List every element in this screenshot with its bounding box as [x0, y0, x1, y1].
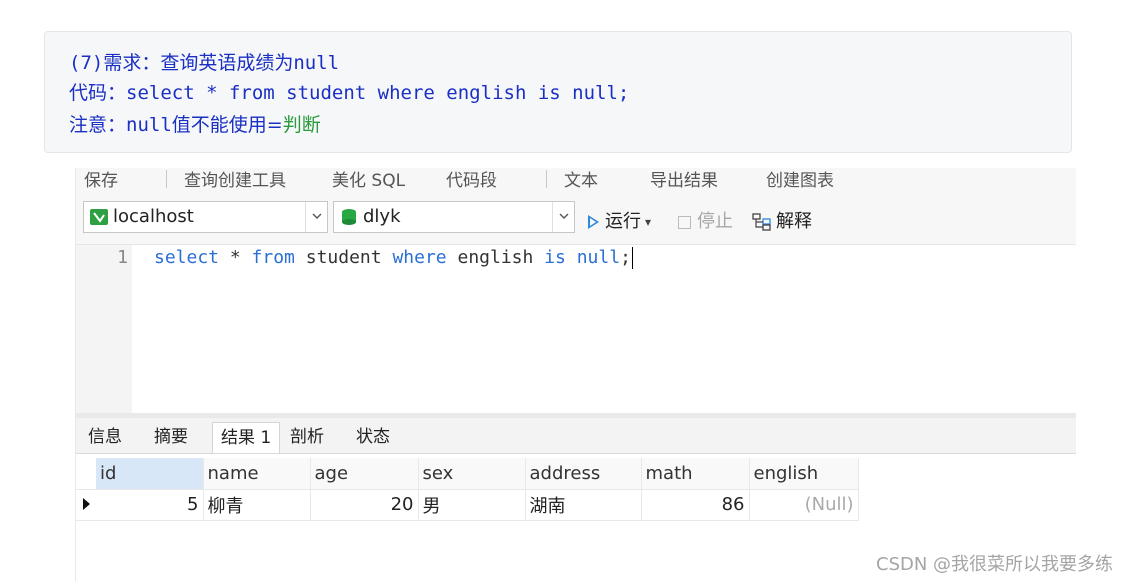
requirement-text: 需求：查询英语成绩为 [103, 52, 294, 74]
tab-summary[interactable]: 摘要 [146, 422, 196, 453]
current-row-icon [76, 489, 96, 521]
sql-keyword: is [544, 247, 566, 268]
run-button[interactable]: 运行 ▾ [588, 207, 651, 233]
cell-math[interactable]: 86 [641, 489, 750, 521]
sql-keyword: null [576, 247, 621, 268]
cell-id[interactable]: 5 [96, 489, 204, 521]
column-header-name[interactable]: name [203, 458, 311, 490]
line-number: 1 [117, 247, 128, 268]
column-header-address[interactable]: address [525, 458, 642, 490]
notice-equals: = [266, 114, 283, 136]
requirement-code: null [293, 52, 340, 74]
connection-select[interactable]: localhost [83, 201, 328, 233]
stop-icon [678, 215, 691, 229]
notice-green: 判断 [282, 114, 321, 136]
connection-value: localhost [113, 206, 194, 227]
connection-icon [90, 209, 108, 225]
sql-token: english [446, 247, 545, 268]
column-header-sex[interactable]: sex [418, 458, 526, 490]
table-row[interactable]: 5 柳青 20 男 湖南 86 (Null) [76, 489, 859, 521]
create-chart-button[interactable]: 创建图表 [766, 168, 834, 191]
sql-token: ; [620, 247, 631, 268]
tab-status[interactable]: 状态 [348, 422, 398, 453]
notice-line: 注意：null值不能使用=判断 [69, 112, 321, 138]
sql-token: * [219, 247, 252, 268]
toolbar-divider [546, 170, 547, 188]
column-header-english[interactable]: english [749, 458, 859, 490]
sql-keyword: from [251, 247, 295, 268]
chevron-down-icon[interactable] [305, 202, 327, 232]
play-icon [588, 215, 599, 229]
cell-address[interactable]: 湖南 [525, 489, 642, 521]
column-header-math[interactable]: math [641, 458, 750, 490]
tab-info[interactable]: 信息 [80, 422, 130, 453]
note-block: (7)需求：查询英语成绩为null 代码：select * from stude… [44, 31, 1072, 153]
result-table: id name age sex address math english 5 柳… [76, 458, 859, 521]
notice-text: 值不能使用 [171, 114, 267, 136]
row-marker-header [76, 458, 96, 490]
sql-code-line[interactable]: select * from student where english is n… [154, 247, 633, 269]
text-button[interactable]: 文本 [564, 168, 598, 191]
requirement-number: (7) [69, 52, 104, 74]
sql-editor[interactable]: 1 select * from student where english is… [76, 245, 1076, 413]
stop-button[interactable]: 停止 [678, 207, 733, 233]
code-label: 代码： [69, 82, 127, 104]
watermark: CSDN @我很菜所以我要多练 [876, 554, 1114, 575]
code-snippet-button[interactable]: 代码段 [446, 168, 497, 191]
database-select[interactable]: dlyk [333, 201, 575, 233]
header-row: id name age sex address math english [76, 458, 859, 490]
explain-icon [752, 213, 771, 231]
export-results-button[interactable]: 导出结果 [650, 168, 718, 191]
tab-result-1[interactable]: 结果 1 [212, 422, 281, 453]
chevron-down-icon[interactable] [552, 202, 574, 232]
explain-label: 解释 [776, 211, 812, 232]
column-header-id[interactable]: id [96, 458, 204, 490]
cell-name[interactable]: 柳青 [203, 489, 311, 521]
save-button[interactable]: 保存 [84, 168, 118, 191]
text-cursor [631, 247, 633, 269]
tab-profile[interactable]: 剖析 [282, 422, 332, 453]
database-icon [342, 209, 356, 225]
cell-sex[interactable]: 男 [418, 489, 526, 521]
toolbar-divider [166, 170, 167, 188]
explain-button[interactable]: 解释 [752, 207, 812, 233]
run-label: 运行 [605, 211, 641, 232]
code-sql: select * from student where english is n… [126, 82, 630, 104]
sql-keyword: select [154, 247, 220, 268]
toolbar: 保存 查询创建工具 美化 SQL 代码段 文本 导出结果 创建图表 [76, 168, 1076, 193]
notice-code: null [126, 114, 172, 136]
notice-label: 注意： [69, 114, 127, 136]
query-builder-button[interactable]: 查询创建工具 [184, 168, 286, 191]
connection-bar: localhost dlyk 运行 ▾ 停止 解释 [76, 192, 1076, 245]
line-gutter: 1 [76, 245, 132, 413]
column-header-age[interactable]: age [310, 458, 419, 490]
stop-label: 停止 [697, 211, 733, 232]
sql-token: student [294, 247, 393, 268]
query-window: 保存 查询创建工具 美化 SQL 代码段 文本 导出结果 创建图表 localh… [75, 168, 1076, 581]
cell-english[interactable]: (Null) [749, 489, 859, 521]
requirement-line: (7)需求：查询英语成绩为null [69, 50, 339, 76]
run-dropdown-icon[interactable]: ▾ [645, 215, 651, 229]
code-line: 代码：select * from student where english i… [69, 80, 629, 106]
database-value: dlyk [363, 206, 401, 227]
result-tabs: 信息 摘要 结果 1 剖析 状态 [76, 418, 1076, 454]
cell-age[interactable]: 20 [310, 489, 419, 521]
sql-keyword: where [392, 247, 447, 268]
beautify-sql-button[interactable]: 美化 SQL [332, 168, 405, 191]
